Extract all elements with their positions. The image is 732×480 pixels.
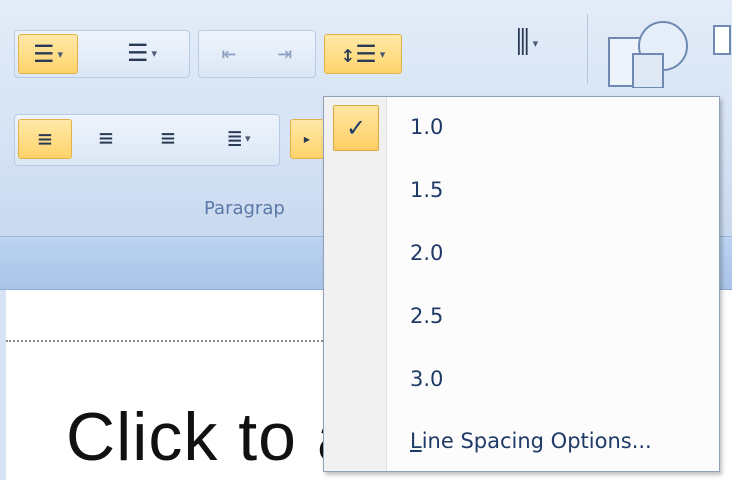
shapes-button[interactable]: [598, 16, 694, 90]
bullets-button[interactable]: ☰ ▾: [18, 34, 78, 74]
increase-indent-icon: ⇥: [277, 39, 293, 67]
menu-item-label: Line Spacing Options...: [410, 429, 652, 453]
menu-item-line-spacing-options[interactable]: Line Spacing Options...: [324, 411, 719, 473]
center-button[interactable]: ≡: [80, 119, 132, 157]
numbering-button[interactable]: ☰ ▾: [100, 34, 184, 72]
bullets-list-icon: ☰: [32, 40, 55, 68]
numbered-list-icon: ☰: [126, 39, 149, 67]
menu-item-spacing-1-5[interactable]: 1.5: [324, 160, 719, 222]
line-spacing-icon: ↕☰: [340, 40, 377, 68]
menu-item-spacing-1-0[interactable]: ✓ 1.0: [324, 97, 719, 159]
align-right-icon: ≡: [160, 124, 176, 152]
menu-item-label: 2.5: [410, 304, 444, 328]
align-left-button[interactable]: ≡: [18, 119, 72, 159]
align-left-icon: ≡: [37, 125, 53, 153]
menu-item-label: 3.0: [410, 367, 444, 391]
menu-item-spacing-2-0[interactable]: 2.0: [324, 223, 719, 285]
justify-button[interactable]: ≣ ▾: [204, 119, 274, 157]
paragraph-group-label: Paragrap: [204, 198, 285, 219]
line-spacing-button[interactable]: ↕☰ ▾: [324, 34, 402, 74]
menu-item-spacing-3-0[interactable]: 3.0: [324, 349, 719, 411]
align-center-icon: ≡: [98, 124, 114, 152]
title-placeholder-border: [6, 340, 326, 342]
access-key-letter: L: [410, 429, 422, 453]
line-spacing-menu: ✓ 1.0 1.5 2.0 2.5 3.0 Line Spacing Optio…: [323, 96, 720, 472]
menu-item-label: 1.5: [410, 178, 444, 202]
justify-icon: ≣: [227, 124, 242, 152]
increase-indent-button[interactable]: ⇥: [260, 34, 310, 72]
menu-item-spacing-2-5[interactable]: 2.5: [324, 286, 719, 348]
check-icon: ✓: [333, 105, 379, 151]
menu-item-label: 2.0: [410, 241, 444, 265]
text-direction-button[interactable]: ⫼ ▾: [494, 16, 560, 70]
align-right-button[interactable]: ≡: [142, 119, 194, 157]
text-direction-icon: ⫼: [515, 25, 530, 60]
decrease-indent-button[interactable]: ⇤: [204, 34, 254, 72]
decrease-indent-icon: ⇤: [221, 39, 237, 67]
menu-item-label-rest: ine Spacing Options...: [421, 429, 652, 453]
shape-icon: [713, 25, 731, 55]
ribbon-divider: [587, 14, 588, 84]
menu-item-label: 1.0: [410, 115, 444, 139]
more-shapes-button[interactable]: [712, 20, 732, 60]
columns-button[interactable]: ▸: [290, 119, 324, 159]
shapes-icon: [608, 21, 688, 88]
columns-icon: ▸: [302, 129, 312, 148]
